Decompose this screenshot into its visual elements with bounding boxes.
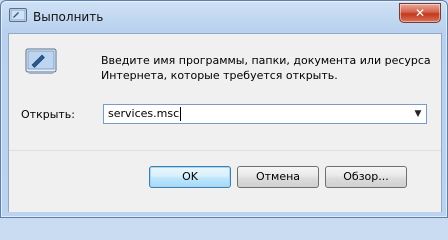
window-title: Выполнить xyxy=(33,10,104,24)
cancel-button[interactable]: Отмена xyxy=(237,166,319,188)
open-label: Открыть: xyxy=(21,108,75,121)
command-combobox[interactable]: services.msc ▼ xyxy=(103,104,427,124)
dialog-description: Введите имя программы, папки, документа … xyxy=(101,54,431,82)
close-button[interactable]: ✕ xyxy=(399,3,441,23)
title-bar[interactable]: Выполнить ✕ xyxy=(1,1,447,33)
button-bar: OK Отмена Обзор... xyxy=(9,150,441,212)
run-icon xyxy=(9,8,27,22)
ok-button[interactable]: OK xyxy=(149,166,231,188)
close-icon: ✕ xyxy=(414,6,426,20)
text-caret xyxy=(180,107,181,121)
browse-button[interactable]: Обзор... xyxy=(325,166,407,188)
chevron-down-icon[interactable]: ▼ xyxy=(410,105,426,123)
run-dialog-window: Выполнить ✕ Введите имя программы, папки… xyxy=(0,0,448,218)
run-dialog-icon xyxy=(25,46,57,76)
command-input[interactable]: services.msc xyxy=(108,107,179,120)
dialog-body: Введите имя программы, папки, документа … xyxy=(8,33,442,212)
